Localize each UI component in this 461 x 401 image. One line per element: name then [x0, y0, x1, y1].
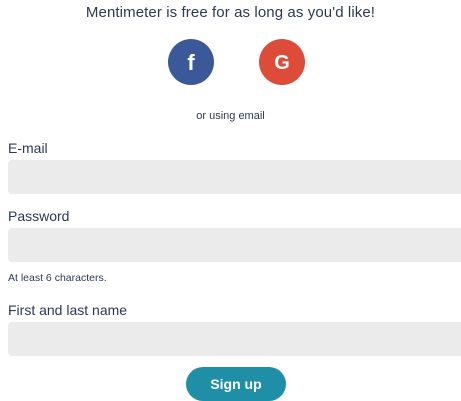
password-label: Password	[8, 208, 70, 224]
email-label: E-mail	[8, 140, 48, 156]
email-field[interactable]	[8, 160, 461, 194]
google-icon: G	[274, 52, 290, 74]
sign-up-button[interactable]: Sign up	[186, 367, 286, 401]
name-field[interactable]	[8, 322, 461, 356]
or-email-divider: or using email	[196, 110, 265, 122]
facebook-glyph: f	[187, 50, 195, 75]
password-hint: At least 6 characters.	[8, 272, 107, 284]
password-field[interactable]	[8, 228, 461, 262]
signup-tagline: Mentimeter is free for as long as you'd …	[85, 4, 376, 21]
facebook-icon: f	[187, 50, 195, 75]
google-login-button[interactable]: G	[259, 39, 305, 85]
google-glyph: G	[274, 52, 290, 74]
name-label: First and last name	[8, 302, 128, 318]
facebook-login-button[interactable]: f	[168, 39, 214, 85]
